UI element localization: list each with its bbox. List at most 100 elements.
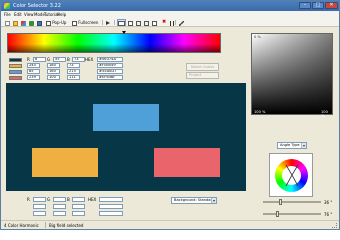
swatch-orange[interactable]: [9, 64, 22, 68]
angle-slider-1[interactable]: [263, 201, 321, 203]
hex-field[interactable]: #06374A: [97, 57, 123, 62]
menu-file[interactable]: File: [4, 12, 11, 17]
g-header: G: [47, 57, 51, 62]
hex-header: HEX: [85, 57, 94, 62]
status-selection: Big field selected: [49, 223, 84, 228]
layout-3-button[interactable]: [151, 19, 158, 26]
color-spectrum[interactable]: [7, 33, 221, 53]
close-button[interactable]: ✕: [325, 2, 338, 9]
minimize-button[interactable]: –: [299, 2, 311, 9]
b-field[interactable]: 111: [67, 75, 80, 80]
b-header: B: [67, 57, 70, 62]
swatch-blue[interactable]: [9, 70, 22, 74]
preview-canvas[interactable]: [6, 83, 246, 191]
picker-top-left-label: 0 %: [254, 35, 261, 39]
g-field[interactable]: 180: [47, 63, 60, 68]
spectrum-marker[interactable]: [122, 31, 126, 34]
bottom-r-field[interactable]: [33, 197, 46, 202]
hex-field[interactable]: #F0B049: [97, 63, 123, 68]
edit-icon: [29, 20, 34, 26]
angle-slider-2[interactable]: [263, 213, 321, 215]
pause-icon: [170, 20, 174, 26]
r-field[interactable]: 85: [27, 69, 40, 74]
menu-edit[interactable]: Edit: [14, 12, 22, 17]
delete-icon: ✖: [162, 19, 167, 25]
picker-bottom-right-label: 100 %: [321, 110, 328, 118]
angle-type-select[interactable]: Angle Type 1: [277, 142, 307, 149]
app-window: Color Selector 3.22 – □ ✕ File Edit View…: [0, 0, 340, 230]
bottom-g-field-2[interactable]: [53, 204, 66, 209]
status-divider: [45, 222, 46, 228]
b-field[interactable]: 73: [72, 57, 85, 62]
hex-field[interactable]: #55A0D7: [97, 69, 123, 74]
pop-up-icon: [46, 20, 51, 26]
eyedropper-button[interactable]: [178, 19, 185, 26]
bottom-b-field-3[interactable]: [72, 211, 85, 216]
pop-up-label: Pop-Up: [52, 20, 67, 25]
bottom-b-field[interactable]: [72, 197, 85, 202]
menu-help[interactable]: Help: [57, 12, 66, 17]
blue-block[interactable]: [93, 104, 159, 131]
maximize-button[interactable]: □: [312, 2, 324, 9]
status-harmony: 4 Color Harmonic: [4, 223, 39, 228]
b-label: B: [67, 197, 70, 202]
bottom-hex-field-3[interactable]: [99, 211, 123, 216]
bottom-r-field-2[interactable]: [33, 204, 46, 209]
r-label: R: [27, 197, 30, 202]
delete-button[interactable]: ✖: [161, 19, 167, 26]
angle-slider-1-thumb[interactable]: [279, 199, 282, 205]
r-field[interactable]: 240: [27, 63, 40, 68]
toolbar-separator: [175, 20, 176, 25]
chevron-down-icon: [211, 198, 216, 203]
arrow-right-icon: [106, 21, 110, 25]
bottom-b-field-2[interactable]: [72, 204, 85, 209]
b-field[interactable]: 73: [67, 63, 80, 68]
edit-button[interactable]: [28, 19, 35, 26]
hex-field[interactable]: #EF646F: [97, 75, 123, 80]
arrow-right-button[interactable]: [105, 19, 111, 26]
harmony-lines: [285, 164, 299, 187]
project-select[interactable]: Project: [186, 72, 219, 79]
color-picker-square[interactable]: 0 % 100 % 100 %: [251, 33, 333, 118]
image-icon: [136, 20, 141, 26]
red-block[interactable]: [154, 148, 220, 177]
paint-button[interactable]: [20, 19, 27, 26]
image-2-button[interactable]: [143, 19, 150, 26]
select-colors-button[interactable]: Select Colors: [186, 63, 219, 71]
picker-bottom-left-label: 100 %: [254, 110, 266, 114]
background-select-value: Background: Standard: [174, 198, 215, 202]
angle-slider-2-value: 76 °: [324, 212, 333, 217]
new-button[interactable]: [4, 19, 11, 26]
r-field[interactable]: 6: [33, 57, 46, 62]
background-select[interactable]: Background: Standard: [171, 197, 217, 204]
open-button[interactable]: [12, 19, 19, 26]
eyedropper-icon: [179, 20, 184, 26]
title-bar[interactable]: Color Selector 3.22 – □ ✕: [1, 1, 339, 11]
orange-block[interactable]: [32, 148, 98, 177]
b-field[interactable]: 215: [67, 69, 80, 74]
angle-slider-2-thumb[interactable]: [276, 211, 279, 217]
swatch-red[interactable]: [9, 76, 22, 80]
bottom-r-field-3[interactable]: [33, 211, 46, 216]
bottom-g-field-3[interactable]: [53, 211, 66, 216]
bottom-g-field[interactable]: [53, 197, 66, 202]
bottom-hex-field-2[interactable]: [99, 204, 123, 209]
window-title: Color Selector 3.22: [13, 3, 61, 9]
layout-1-button[interactable]: [117, 19, 126, 26]
angle-slider-1-value: 36 °: [324, 200, 333, 205]
toolbar: Pop-Up Fullscreen ✖: [1, 18, 339, 27]
layout-2-button[interactable]: [127, 19, 134, 26]
bottom-hex-field[interactable]: [99, 197, 123, 202]
save-button[interactable]: [36, 19, 43, 26]
r-field[interactable]: 239: [27, 75, 40, 80]
resize-grip-icon[interactable]: [332, 223, 337, 228]
g-field[interactable]: 55: [53, 57, 66, 62]
layout-3-icon: [152, 20, 157, 26]
image-button[interactable]: [135, 19, 142, 26]
fullscreen-button[interactable]: Fullscreen: [71, 19, 99, 26]
menu-view[interactable]: View: [24, 12, 34, 17]
g-field[interactable]: 100: [47, 75, 60, 80]
pop-up-button[interactable]: Pop-Up: [45, 19, 67, 26]
swatch-background[interactable]: [9, 58, 22, 62]
g-field[interactable]: 160: [47, 69, 60, 74]
